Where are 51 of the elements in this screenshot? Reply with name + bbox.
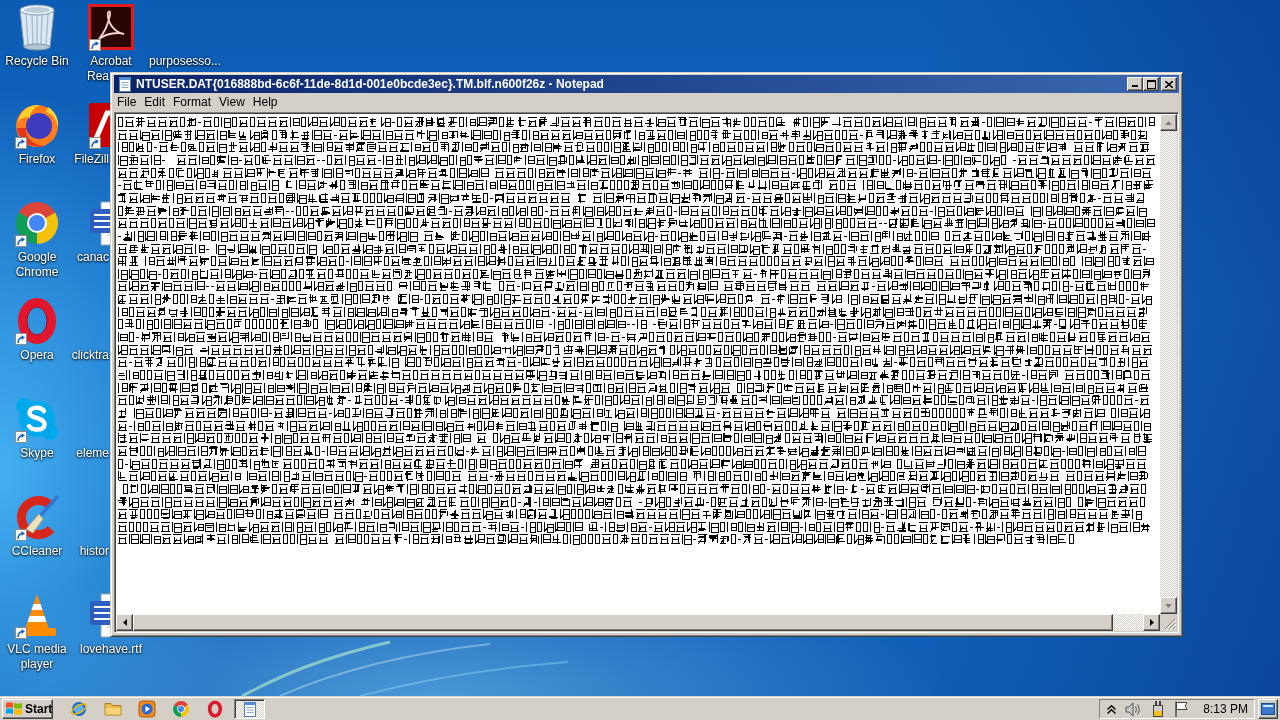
down-arrow-icon: [1165, 603, 1172, 608]
speaker-icon[interactable]: [1125, 701, 1143, 717]
desktop-icon-label[interactable]: CCleaner: [11, 544, 63, 559]
double-chevron-up-icon[interactable]: [1107, 704, 1117, 714]
size-grip-icon[interactable]: [1164, 618, 1176, 630]
acrobat-icon[interactable]: [87, 3, 135, 51]
opera-icon[interactable]: [206, 700, 224, 718]
up-arrow-icon: [1165, 120, 1172, 125]
chrome-icon[interactable]: [172, 700, 190, 718]
menu-item[interactable]: Format: [169, 94, 216, 111]
close-button[interactable]: [1161, 77, 1177, 91]
menu-item[interactable]: File: [113, 94, 141, 111]
right-arrow-icon: [1149, 619, 1154, 626]
power-plug-icon[interactable]: [1151, 701, 1166, 717]
desktop-icon-label[interactable]: Firefox: [18, 152, 56, 167]
desktop-icon-label[interactable]: lovehave.rtf: [79, 642, 142, 657]
flag-icon[interactable]: [1174, 701, 1189, 717]
scroll-right-button[interactable]: [1143, 614, 1160, 631]
show-desktop-button[interactable]: [1258, 699, 1278, 719]
skype-icon[interactable]: [13, 395, 61, 443]
task-button[interactable]: [234, 699, 265, 719]
browser-icon[interactable]: [70, 700, 88, 718]
desktop-icon-label[interactable]: VLC media player: [0, 642, 74, 672]
desktop-icon-label[interactable]: Recycle Bin: [5, 54, 69, 69]
start-button[interactable]: Start: [2, 699, 53, 719]
desktop-icon-label[interactable]: purposesso...: [148, 54, 221, 69]
chrome-icon[interactable]: [13, 199, 61, 247]
maximize-icon: [1146, 79, 1156, 89]
desktop-icon-label[interactable]: histor: [79, 544, 109, 559]
close-icon: [1165, 80, 1173, 88]
show-desktop-icon: [1261, 703, 1275, 715]
menu-item[interactable]: Help: [248, 94, 282, 111]
desktop-icon-label[interactable]: eleme: [76, 446, 109, 461]
menu-item[interactable]: View: [215, 94, 249, 111]
desktop-icon-label[interactable]: Google Chrome: [0, 250, 74, 280]
maximize-button[interactable]: [1143, 77, 1159, 91]
scroll-left-button[interactable]: [116, 614, 133, 631]
desktop-icon-label[interactable]: Acrobat Rea: [87, 54, 135, 84]
desktop-icon-label[interactable]: clicktra: [71, 348, 109, 363]
desktop-icon-label[interactable]: Opera: [20, 348, 54, 363]
desktop-icon-label[interactable]: FileZill: [74, 152, 109, 167]
minimize-icon: [1132, 85, 1138, 87]
window-title: NTUSER.DAT{016888bd-6c6f-11de-8d1d-001e0bcde3ec}.TM.blf.n600f26z - Notepad: [136, 77, 604, 91]
media-player-icon[interactable]: [138, 700, 156, 718]
left-arrow-icon: [122, 619, 127, 626]
menu-item[interactable]: Edit: [140, 94, 170, 111]
minimize-button[interactable]: [1127, 77, 1143, 91]
desktop-icon-label[interactable]: canac: [76, 250, 109, 265]
notepad-icon: [117, 76, 133, 92]
notepad-icon: [241, 701, 258, 717]
windows-logo-icon: [6, 702, 22, 716]
